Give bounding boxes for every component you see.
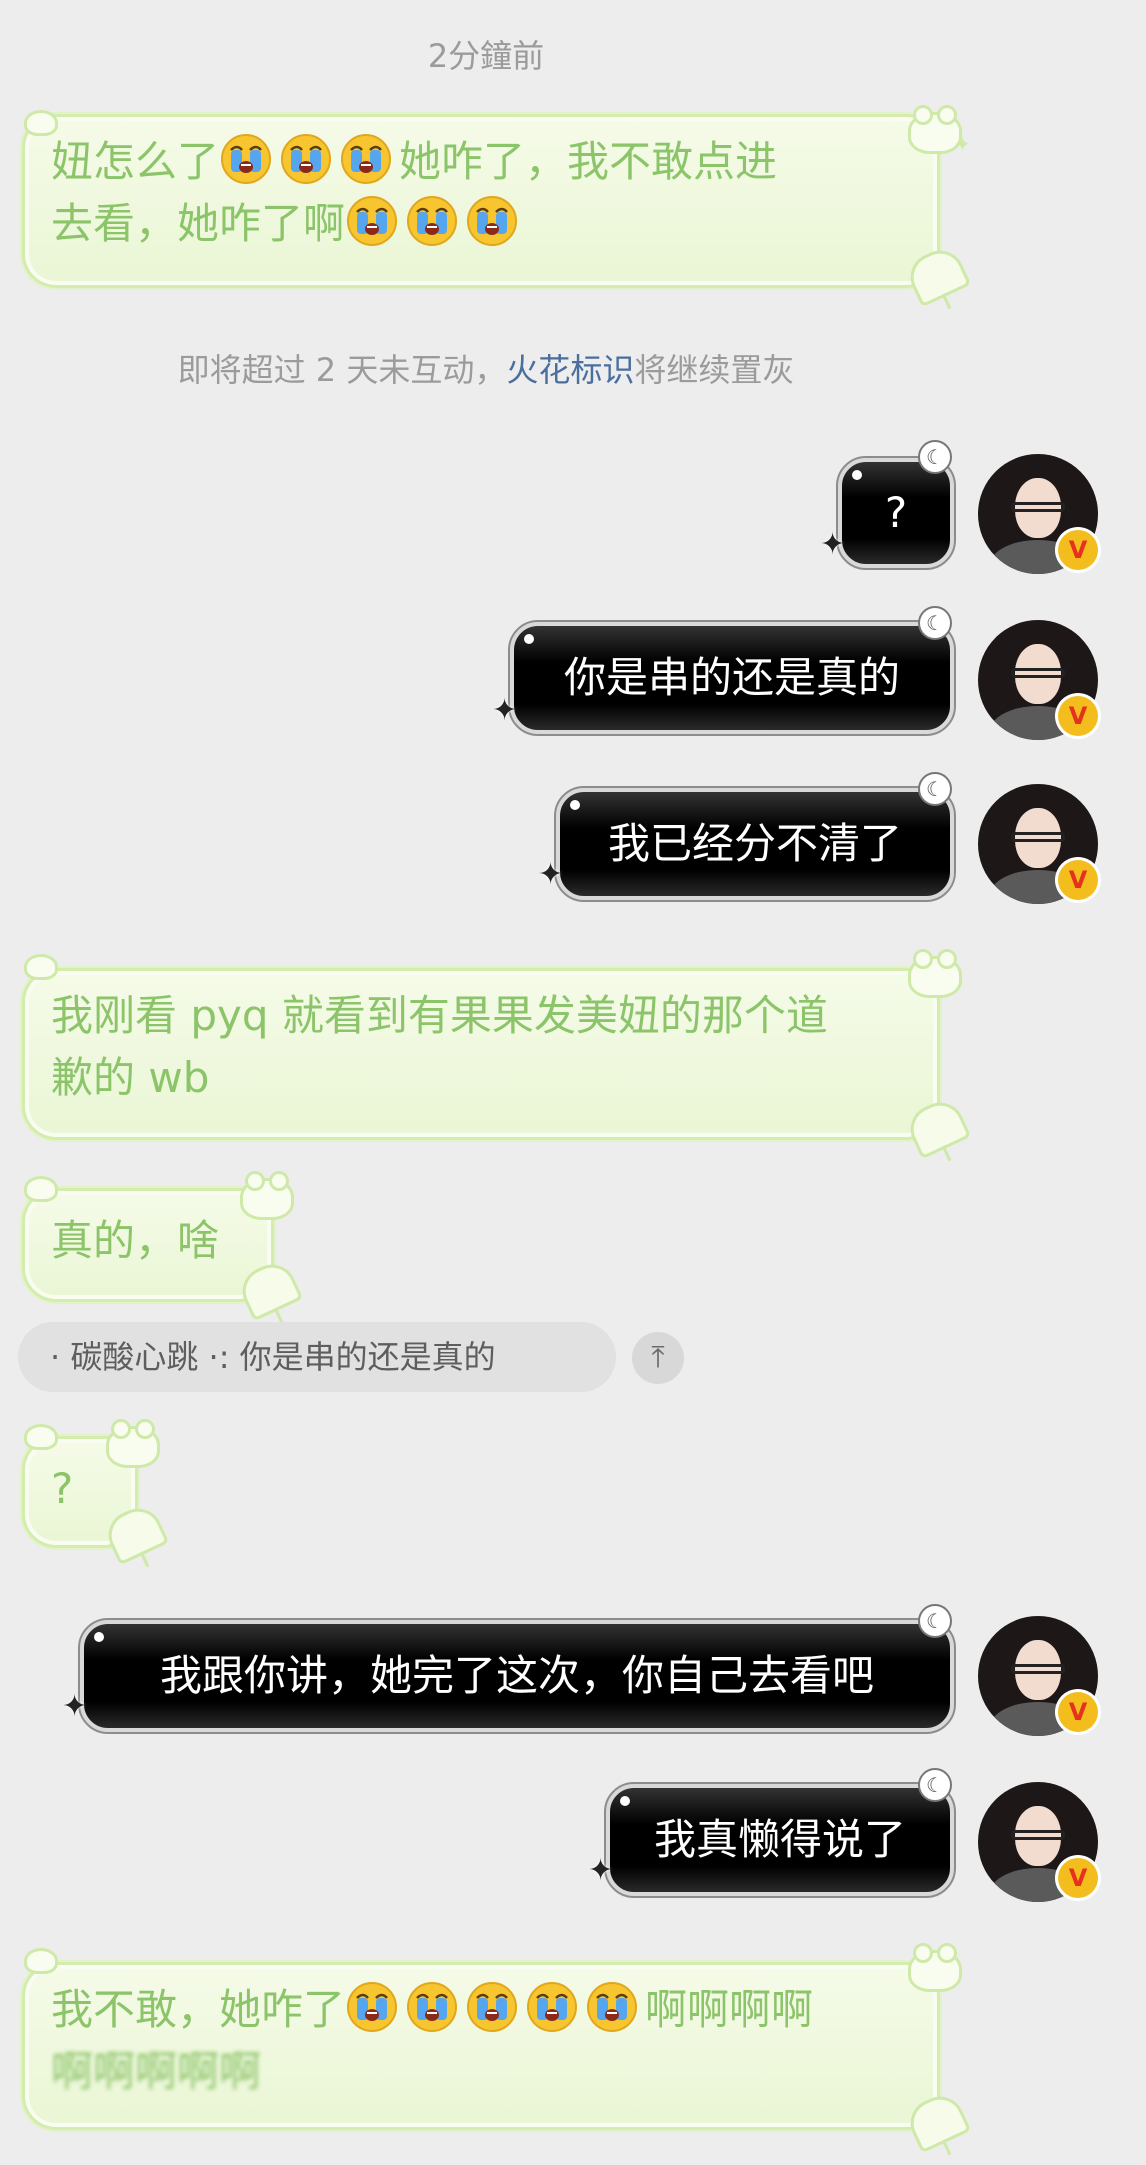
message-bubble-outgoing[interactable]: 你是串的还是真的 — [508, 620, 956, 736]
message-bubble-incoming[interactable]: 真的，啥 — [22, 1188, 274, 1302]
shine-dot — [524, 634, 534, 644]
crying-emoji-icon — [585, 1980, 639, 2034]
moon-icon: ☾ — [918, 606, 952, 640]
message-bubble-incoming[interactable]: 妞怎么了 她咋了，我不敢点进 去看，她咋了啊 — [22, 114, 940, 288]
message-bubble-outgoing[interactable]: 我真懒得说了 — [604, 1782, 956, 1898]
moon-icon: ☾ — [918, 440, 952, 474]
bear-decoration-icon — [106, 1419, 160, 1468]
crying-emoji-icon — [219, 132, 273, 186]
quoted-message[interactable]: · 碳酸心跳 ·: 你是串的还是真的 — [18, 1322, 616, 1392]
message-text: ? — [884, 488, 908, 537]
verified-badge-icon: V — [1058, 696, 1098, 736]
bear-decoration-icon — [240, 1171, 294, 1220]
bear-ear-decoration — [24, 1948, 58, 1974]
shine-dot — [620, 1796, 630, 1806]
bear-ear-decoration — [24, 1424, 58, 1450]
message-text: 我刚看 pyq 就看到有果果发美妞的那个道 — [51, 991, 828, 1040]
shine-dot — [570, 800, 580, 810]
message-bubble-incoming[interactable]: 我不敢，她咋了 啊啊啊啊 啊啊啊啊啊 — [22, 1962, 940, 2130]
bear-ear-decoration — [24, 110, 58, 136]
message-text: 我已经分不清了 — [607, 819, 902, 868]
verified-badge-icon: V — [1058, 1858, 1098, 1898]
message-text: 啊啊啊啊 — [645, 1985, 814, 2034]
sparkle-icon: ✦ — [62, 1689, 88, 1724]
message-text: 我跟你讲，她完了这次，你自己去看吧 — [159, 1651, 874, 1700]
crying-emoji-icon — [345, 194, 399, 248]
bear-decoration-icon — [908, 949, 962, 998]
message-text: 她咋了，我不敢点进 — [399, 137, 778, 186]
bear-ear-decoration — [24, 1176, 58, 1202]
sparkle-icon: ✦ — [538, 857, 564, 892]
message-text: 你是串的还是真的 — [563, 653, 900, 702]
system-notice-text: 将继续置灰 — [634, 351, 795, 389]
moon-icon: ☾ — [918, 772, 952, 806]
sparkle-icon: ✦ — [820, 527, 846, 562]
timestamp: 2分鐘前 — [427, 37, 545, 75]
sparkle-icon: ✦ — [588, 1853, 614, 1888]
pin-to-top-icon[interactable]: ⤒ — [632, 1332, 684, 1384]
crying-emoji-icon — [465, 194, 519, 248]
message-bubble-incoming[interactable]: 我刚看 pyq 就看到有果果发美妞的那个道 歉的 wb — [22, 968, 940, 1140]
verified-badge-icon: V — [1058, 1692, 1098, 1732]
shine-dot — [852, 470, 862, 480]
sparkle-icon: ✦ — [492, 693, 518, 728]
bear-decoration-icon — [908, 1943, 962, 1992]
message-text: 去看，她咋了啊 — [51, 199, 346, 248]
message-bubble-outgoing[interactable]: ? — [836, 456, 956, 570]
message-text: 我不敢，她咋了 — [51, 1985, 346, 2034]
message-text: 歉的 wb — [51, 1053, 210, 1102]
message-text: 我真懒得说了 — [653, 1815, 906, 1864]
moon-icon: ☾ — [918, 1604, 952, 1638]
crying-emoji-icon — [405, 194, 459, 248]
message-text: 真的，啥 — [51, 1216, 220, 1265]
crying-emoji-icon — [405, 1980, 459, 2034]
system-notice-text: 即将超过 2 天未互动， — [177, 351, 507, 389]
crying-emoji-icon — [465, 1980, 519, 2034]
message-bubble-outgoing[interactable]: 我跟你讲，她完了这次，你自己去看吧 — [78, 1618, 956, 1734]
verified-badge-icon: V — [1058, 860, 1098, 900]
message-bubble-outgoing[interactable]: 我已经分不清了 — [554, 786, 956, 902]
verified-badge-icon: V — [1058, 530, 1098, 570]
shine-dot — [94, 1632, 104, 1642]
bear-ear-decoration — [24, 954, 58, 980]
crying-emoji-icon — [345, 1980, 399, 2034]
crying-emoji-icon — [279, 132, 333, 186]
system-notice: 即将超过 2 天未互动，火花标识将继续置灰 — [0, 350, 972, 390]
message-text: ? — [51, 1464, 74, 1513]
crying-emoji-icon — [525, 1980, 579, 2034]
sparkle-icon: ✦ — [954, 132, 971, 156]
message-text: 妞怎么了 — [51, 137, 220, 186]
message-text: 啊啊啊啊啊 — [51, 2047, 262, 2096]
spark-badge-link[interactable]: 火花标识 — [506, 351, 634, 389]
moon-icon: ☾ — [918, 1768, 952, 1802]
crying-emoji-icon — [339, 132, 393, 186]
